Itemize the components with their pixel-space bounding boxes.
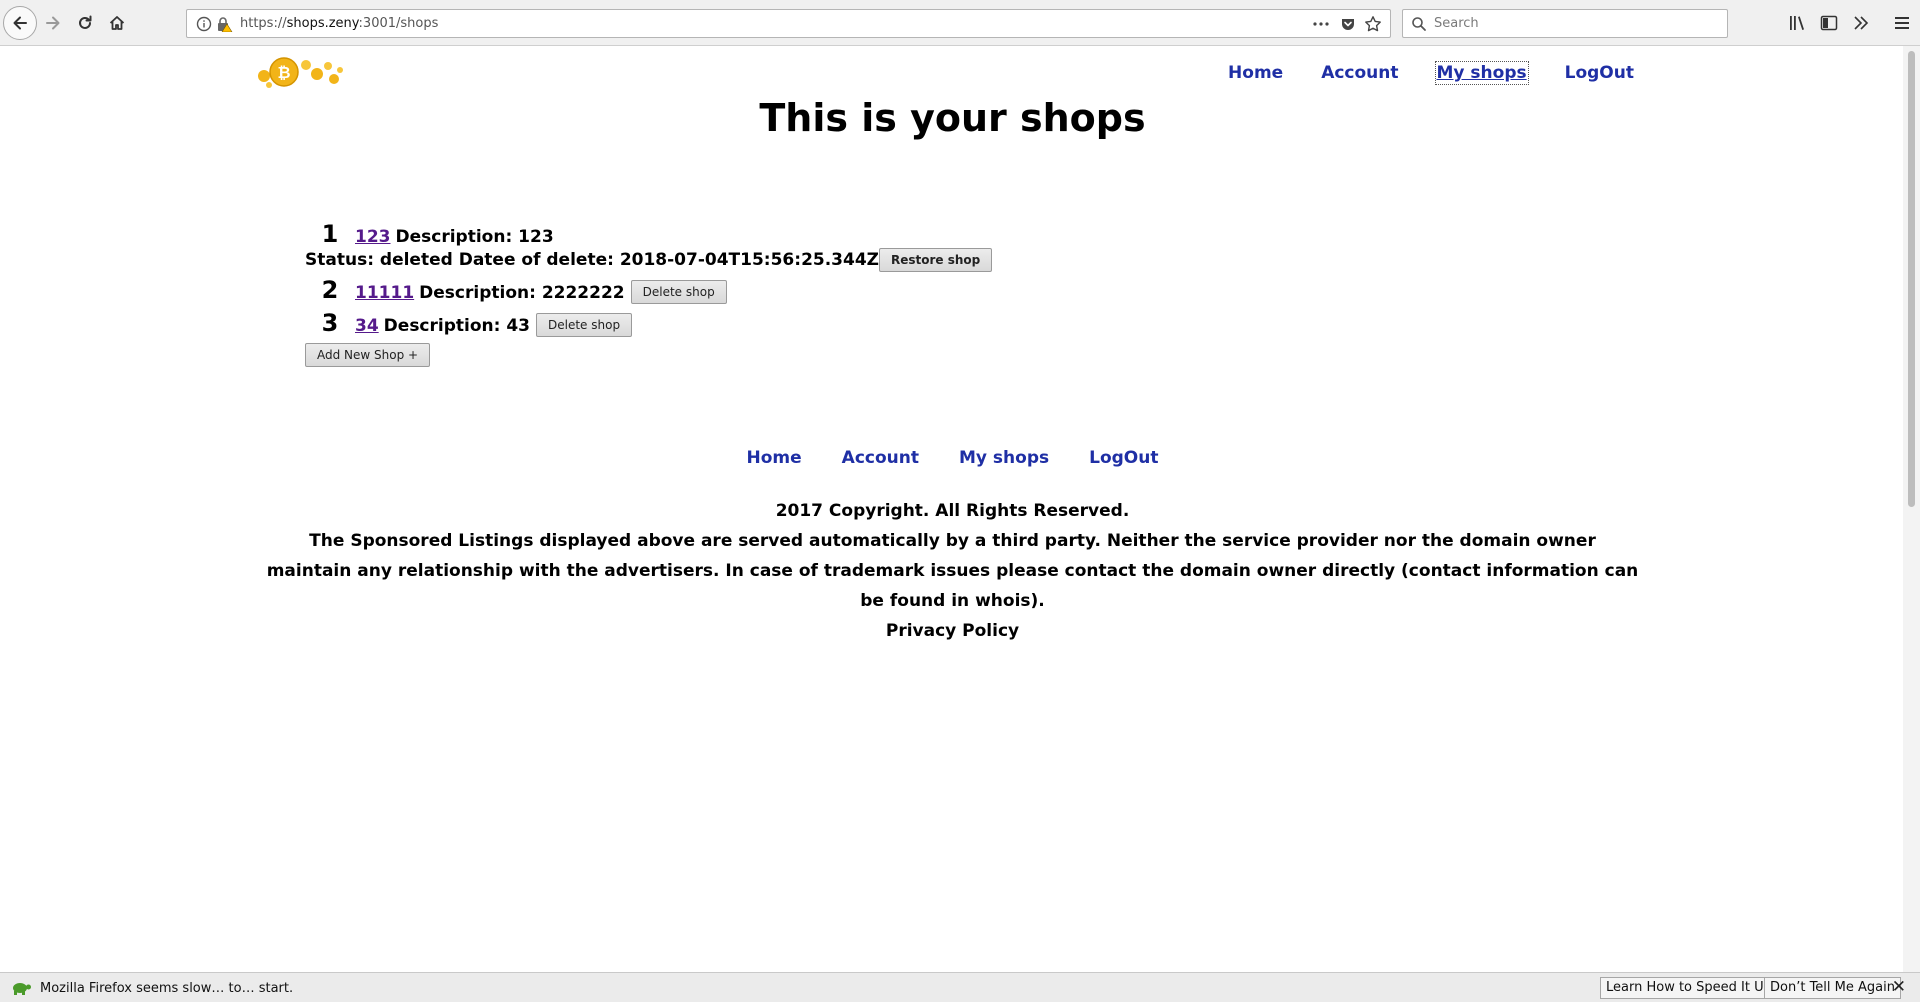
- delete-shop-button[interactable]: Delete shop: [536, 313, 633, 337]
- info-icon[interactable]: [196, 16, 212, 32]
- home-button[interactable]: [100, 6, 134, 40]
- shop-list: 1 123 Description: 123 Status: deleted D…: [305, 220, 993, 367]
- nav-logout-link[interactable]: LogOut: [1565, 63, 1634, 83]
- nav-home-link[interactable]: Home: [1228, 63, 1283, 83]
- home-icon: [109, 16, 125, 30]
- sidebar-icon[interactable]: [1820, 14, 1838, 32]
- url-scheme: https://: [240, 16, 287, 31]
- shop-status-row: Status: deleted Datee of delete: 2018-07…: [305, 248, 993, 272]
- top-navigation: Home Account My shops LogOut: [1228, 61, 1634, 85]
- shop-name-link[interactable]: 34: [355, 316, 379, 336]
- arrow-left-icon: [13, 16, 27, 30]
- add-new-shop-button[interactable]: Add New Shop +: [305, 343, 431, 367]
- disclaimer-text: The Sponsored Listings displayed above a…: [266, 531, 1639, 611]
- page-title: This is your shops: [759, 96, 1146, 140]
- shop-number: 2: [321, 276, 339, 304]
- shop-name-link[interactable]: 123: [355, 227, 391, 247]
- url-host: shops.zeny: [286, 16, 359, 31]
- footer-account-link[interactable]: Account: [842, 448, 919, 468]
- footer-logout-link[interactable]: LogOut: [1089, 448, 1158, 468]
- dont-tell-again-button[interactable]: Don’t Tell Me Again: [1764, 977, 1901, 999]
- notification-message: Mozilla Firefox seems slow… to… start.: [40, 981, 294, 996]
- reload-icon: [79, 15, 92, 29]
- more-actions-icon[interactable]: [1312, 17, 1330, 31]
- insecure-lock-icon[interactable]: [216, 16, 233, 32]
- url-path: :3001/shops: [358, 16, 439, 31]
- shop-description: Description: 123: [395, 227, 554, 247]
- copyright-text: 2017 Copyright. All Rights Reserved.: [775, 501, 1130, 521]
- turtle-icon: [13, 983, 31, 995]
- privacy-policy-link[interactable]: Privacy Policy: [266, 616, 1639, 646]
- overflow-chevron-icon[interactable]: [1852, 14, 1870, 32]
- footer-navigation: Home Account My shops LogOut: [0, 448, 1905, 468]
- svg-text:₿: ₿: [277, 63, 290, 82]
- footer-home-link[interactable]: Home: [747, 448, 802, 468]
- browser-toolbar: https://shops.zeny:3001/shops Search: [0, 0, 1920, 46]
- footer: 2017 Copyright. All Rights Reserved. The…: [266, 496, 1639, 646]
- shop-name-link[interactable]: 11111: [355, 283, 414, 303]
- shop-description: Description: 43: [383, 316, 530, 336]
- url-text[interactable]: https://shops.zeny:3001/shops: [240, 16, 438, 31]
- search-icon: [1412, 17, 1426, 31]
- hamburger-menu-icon[interactable]: [1893, 14, 1911, 32]
- scrollbar-thumb[interactable]: [1908, 51, 1915, 507]
- nav-account-link[interactable]: Account: [1321, 63, 1398, 83]
- shop-status: Status: deleted Datee of delete: 2018-07…: [305, 250, 879, 270]
- restore-shop-button[interactable]: Restore shop: [879, 248, 993, 272]
- learn-speed-up-button[interactable]: Learn How to Speed It Up: [1600, 977, 1778, 999]
- shop-number: 1: [321, 220, 339, 248]
- back-button[interactable]: [3, 6, 37, 40]
- notification-bar: Mozilla Firefox seems slow… to… start. L…: [0, 972, 1920, 1002]
- forward-button[interactable]: [36, 6, 70, 40]
- bookmark-star-icon[interactable]: [1364, 15, 1382, 33]
- delete-shop-button[interactable]: Delete shop: [630, 280, 727, 304]
- pocket-icon[interactable]: [1340, 16, 1356, 32]
- library-icon[interactable]: [1788, 14, 1806, 32]
- close-icon[interactable]: ✕: [1892, 977, 1906, 997]
- shop-number: 3: [321, 309, 339, 337]
- shop-row: 1 123 Description: 123: [305, 220, 992, 248]
- shop-description: Description: 2222222: [419, 283, 625, 303]
- footer-my-shops-link[interactable]: My shops: [959, 448, 1049, 468]
- url-bar[interactable]: https://shops.zeny:3001/shops: [186, 9, 1391, 38]
- shop-row: 3 34 Description: 43 Delete shop: [305, 309, 992, 339]
- vertical-scrollbar[interactable]: [1903, 46, 1920, 973]
- reload-button[interactable]: [68, 6, 102, 40]
- arrow-right-icon: [46, 16, 60, 30]
- search-bar[interactable]: Search: [1402, 9, 1728, 38]
- search-input[interactable]: Search: [1434, 16, 1479, 31]
- shop-row: 2 11111 Description: 2222222 Delete shop: [305, 276, 992, 306]
- nav-my-shops-link[interactable]: My shops: [1434, 61, 1529, 85]
- bitcoin-coins-logo[interactable]: ₿: [254, 52, 346, 92]
